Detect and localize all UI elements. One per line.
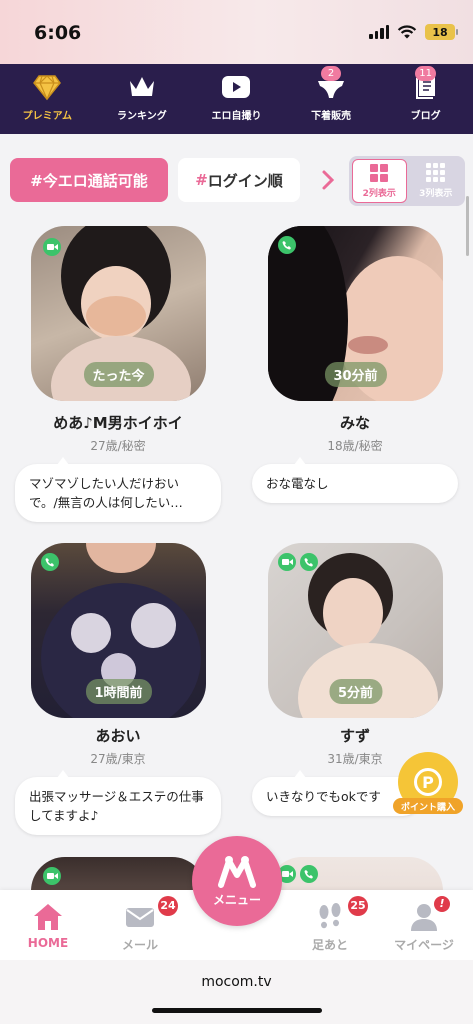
mail-badge: 24 <box>158 896 178 916</box>
phone-icon <box>300 553 318 571</box>
view-2col-button[interactable]: 2列表示 <box>352 159 407 203</box>
wifi-icon <box>397 25 417 39</box>
nav-ranking[interactable]: ランキング <box>95 64 190 134</box>
status-icons: 18 <box>369 24 458 40</box>
phone-icon <box>300 865 318 883</box>
battery-icon: 18 <box>425 24 458 40</box>
mail-icon <box>126 908 154 927</box>
profile-message: マゾマゾしたい人だけおいで。/無言の人は何したい… <box>15 457 221 522</box>
diamond-icon <box>33 75 62 101</box>
sort-label: ログイン順 <box>207 171 283 190</box>
nav-underwear-badge: 2 <box>321 66 342 81</box>
nav-blog[interactable]: 11 ブログ <box>378 64 473 134</box>
last-active-tag: たった今 <box>83 362 154 387</box>
chevron-right-icon[interactable] <box>320 166 336 194</box>
nav-footprints-label: 足あと <box>311 938 348 952</box>
grid-3-icon <box>426 163 446 182</box>
nav-premium-label: プレミアム <box>22 111 72 122</box>
profile-name: あおい <box>95 727 141 745</box>
profile-message: 出張マッサージ＆エステの仕事してますよ♪ <box>15 770 221 835</box>
nav-footprints[interactable]: 25 足あと <box>290 896 370 953</box>
last-active-tag: 5分前 <box>328 679 383 704</box>
top-nav: プレミアム ランキング エロ自撮り 2 下着販売 11 ブログ <box>0 64 473 134</box>
profile-name: めあ♪M男ホイホイ <box>53 414 183 432</box>
profile-age-location: 27歳/東京 <box>90 752 146 766</box>
home-icon <box>34 904 62 930</box>
last-active-tag: 1時間前 <box>85 679 152 704</box>
view-toggle: 2列表示 3列表示 <box>349 156 465 206</box>
nav-home-label: HOME <box>27 936 69 950</box>
profile-name: すず <box>339 727 370 745</box>
footprints-badge: 25 <box>348 896 368 916</box>
home-indicator[interactable] <box>152 1008 322 1013</box>
sort-hash: # <box>195 171 208 189</box>
view-3col-button[interactable]: 3列表示 <box>410 159 463 203</box>
crown-icon <box>129 77 154 96</box>
signal-icon <box>369 25 389 39</box>
last-active-tag: 30分前 <box>324 362 387 387</box>
url-text: mocom.tv <box>201 974 272 990</box>
profile-photo[interactable]: 5分前 <box>268 543 443 718</box>
nav-premium[interactable]: プレミアム <box>0 64 95 134</box>
browser-url-bar[interactable]: mocom.tv <box>0 960 473 1024</box>
phone-icon <box>278 236 296 254</box>
nav-underwear-label: 下着販売 <box>311 111 352 122</box>
profile-age-location: 27歳/秘密 <box>90 439 146 453</box>
nav-selfie[interactable]: エロ自撮り <box>189 64 284 134</box>
scrollbar[interactable] <box>466 196 469 256</box>
nav-mail-label: メール <box>121 938 158 952</box>
nav-selfie-label: エロ自撮り <box>211 111 262 122</box>
nav-home[interactable]: HOME <box>8 902 88 950</box>
view-2col-label: 2列表示 <box>362 188 396 199</box>
filter-bar: #今エロ通話可能 # ログイン順 2列表示 3列表示 <box>10 156 465 206</box>
nav-ranking-label: ランキング <box>117 111 167 122</box>
tag-call-available[interactable]: #今エロ通話可能 <box>10 158 168 202</box>
status-bar: 6:06 18 <box>0 0 473 64</box>
point-p-icon: P <box>414 768 442 796</box>
status-time: 6:06 <box>34 22 82 44</box>
menu-label: メニュー <box>212 892 261 907</box>
footprints-icon <box>319 903 341 929</box>
nav-mypage[interactable]: ! マイページ <box>384 896 464 953</box>
profile-photo[interactable]: 30分前 <box>268 226 443 401</box>
sort-login-order[interactable]: # ログイン順 <box>178 158 300 202</box>
nav-underwear[interactable]: 2 下着販売 <box>284 64 379 134</box>
phone-icon <box>41 553 59 571</box>
menu-logo-icon <box>218 855 256 888</box>
profile-age-location: 18歳/秘密 <box>327 439 383 453</box>
video-icon <box>43 867 61 885</box>
play-icon <box>222 76 251 98</box>
nav-mypage-label: マイページ <box>394 938 454 952</box>
grid-2-icon <box>370 163 389 182</box>
menu-button[interactable]: メニュー <box>192 836 282 926</box>
profile-photo[interactable]: 1時間前 <box>31 543 206 718</box>
view-3col-label: 3列表示 <box>419 189 453 199</box>
video-icon <box>43 238 61 256</box>
nav-blog-badge: 11 <box>415 66 437 81</box>
mypage-badge: ! <box>434 896 450 912</box>
point-purchase-button[interactable]: P ポイント購入 <box>393 752 463 816</box>
profile-message: おな電なし <box>252 457 458 503</box>
nav-mail[interactable]: 24 メール <box>100 896 180 953</box>
point-purchase-label: ポイント購入 <box>393 798 463 814</box>
video-icon <box>278 553 296 571</box>
nav-blog-label: ブログ <box>410 111 441 122</box>
profile-name: みな <box>339 414 370 432</box>
